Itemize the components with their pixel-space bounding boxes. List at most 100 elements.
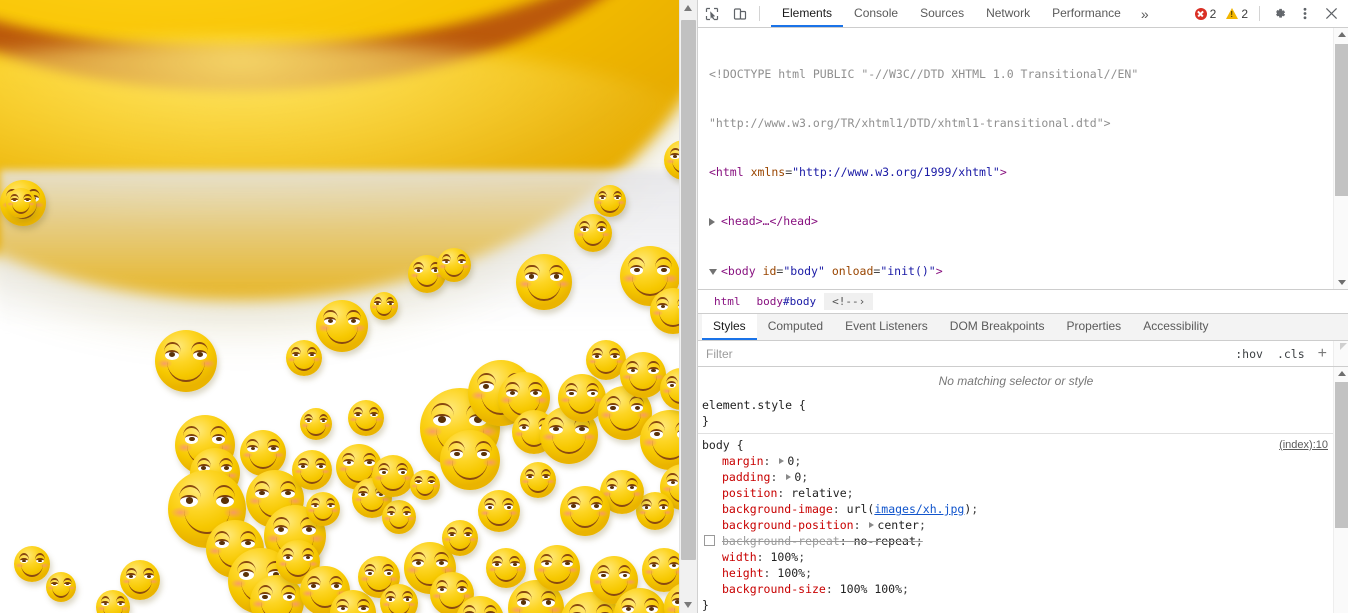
dom-line-head[interactable]: <head>…</head>	[709, 213, 1348, 229]
device-toolbar-icon[interactable]	[726, 0, 754, 27]
margin-expand-icon[interactable]	[779, 458, 785, 464]
decl-position[interactable]: position: relative;	[702, 485, 1334, 501]
more-tabs-chevron-icon[interactable]: »	[1132, 0, 1158, 27]
styles-scroll-up-icon[interactable]	[1334, 367, 1348, 381]
decl-position-value[interactable]: relative	[791, 486, 846, 500]
rendered-page-viewport[interactable]	[0, 0, 697, 613]
dom-scrollbar-thumb[interactable]	[1335, 44, 1348, 196]
head-collapsed-text: <head>…</head>	[721, 214, 818, 229]
decl-background-repeat-value[interactable]: no-repeat	[854, 534, 916, 548]
body-rule-selector[interactable]: body {	[702, 438, 744, 452]
styles-rules-list: No matching selector or style element.st…	[698, 367, 1334, 613]
tab-performance[interactable]: Performance	[1041, 0, 1132, 27]
page-vertical-scrollbar[interactable]	[679, 0, 697, 613]
inspect-element-icon[interactable]	[698, 0, 726, 27]
html-tag-close: >	[999, 165, 1007, 180]
dom-source-code: <!DOCTYPE html PUBLIC "-//W3C//DTD XHTML…	[698, 28, 1348, 289]
dom-line-doctype-1: <!DOCTYPE html PUBLIC "-//W3C//DTD XHTML…	[709, 66, 1348, 82]
styles-pane-scrollbar[interactable]	[1333, 367, 1348, 613]
dom-scroll-down-icon[interactable]	[1334, 275, 1348, 289]
tab-elements[interactable]: Elements	[771, 0, 844, 27]
decl-background-position-value[interactable]: center	[877, 518, 919, 532]
tab-properties[interactable]: Properties	[1055, 314, 1132, 340]
dom-tree-scrollbar[interactable]	[1333, 28, 1348, 289]
decl-width-prop: width	[722, 550, 757, 564]
decl-background-image[interactable]: background-image: url(images/xh.jpg);	[702, 501, 1334, 517]
background-repeat-checkbox[interactable]	[704, 535, 715, 546]
dom-scroll-up-icon[interactable]	[1334, 28, 1348, 42]
close-icon[interactable]	[1319, 2, 1343, 26]
tab-styles[interactable]: Styles	[702, 314, 757, 340]
kebab-menu-icon[interactable]	[1293, 2, 1317, 26]
breadcrumb-item-comment[interactable]: <!--›	[824, 293, 874, 310]
tab-accessibility[interactable]: Accessibility	[1132, 314, 1219, 340]
breadcrumb-item-body[interactable]: body#body	[749, 293, 825, 310]
error-icon	[1194, 7, 1207, 20]
doctype-text-1: <!DOCTYPE html PUBLIC "-//W3C//DTD XHTML…	[709, 66, 1139, 81]
smiley-emoji	[534, 545, 580, 591]
body-collapse-twisty-icon[interactable]	[709, 268, 717, 275]
tab-sources[interactable]: Sources	[909, 0, 975, 27]
smiley-emoji	[372, 455, 414, 497]
devtools-toolbar-right: 2 2	[1191, 0, 1348, 27]
gear-icon[interactable]	[1267, 2, 1291, 26]
elements-dom-tree-pane[interactable]: <!DOCTYPE html PUBLIC "-//W3C//DTD XHTML…	[698, 28, 1348, 290]
body-id-attr: id	[762, 263, 777, 278]
body-tag-open: <body	[721, 263, 756, 278]
filter-row-scrollbar-spacer	[1333, 341, 1348, 366]
decl-background-size[interactable]: background-size: 100% 100%;	[702, 581, 1334, 597]
warning-count-badge[interactable]: 2	[1222, 7, 1252, 21]
body-onload-value: "init()"	[880, 263, 936, 278]
rule-element-style[interactable]: element.style { }	[698, 394, 1334, 434]
decl-background-size-value[interactable]: 100% 100%	[840, 582, 902, 596]
head-expand-twisty-icon[interactable]	[709, 217, 715, 226]
dom-line-body[interactable]: <body id="body" onload="init()">	[709, 263, 1348, 279]
smiley-emoji	[286, 340, 322, 376]
decl-height-value[interactable]: 100%	[777, 566, 805, 580]
body-rule-selector-row: body { (index):10	[702, 437, 1334, 453]
decl-background-position[interactable]: background-position: center;	[702, 517, 1334, 533]
new-style-rule-button[interactable]: +	[1312, 345, 1333, 361]
smiley-emoji	[155, 330, 217, 392]
decl-width[interactable]: width: 100%;	[702, 549, 1334, 565]
padding-expand-icon[interactable]	[786, 474, 792, 480]
body-rule-origin-link[interactable]: (index):10	[1279, 439, 1328, 451]
decl-margin[interactable]: margin: 0;	[702, 453, 1334, 469]
decl-padding[interactable]: padding: 0;	[702, 469, 1334, 485]
scroll-down-arrow-icon[interactable]	[680, 596, 697, 613]
smiley-emoji	[120, 560, 160, 600]
background-image-url-link[interactable]: images/xh.jpg	[874, 502, 964, 516]
scroll-up-arrow-icon[interactable]	[680, 0, 697, 17]
tab-dom-breakpoints[interactable]: DOM Breakpoints	[939, 314, 1056, 340]
warning-icon	[1226, 8, 1239, 19]
devtools-main-tabs: Elements Console Sources Network Perform…	[771, 0, 1132, 27]
decl-width-value[interactable]: 100%	[770, 550, 798, 564]
decl-background-image-value[interactable]: url(images/xh.jpg)	[847, 502, 972, 516]
cls-toggle-button[interactable]: .cls	[1270, 347, 1312, 361]
breadcrumb: html body#body <!--›	[698, 290, 1348, 314]
element-style-selector: element.style {	[702, 398, 806, 412]
rule-body-index10[interactable]: body { (index):10 margin: 0; padding: 0;…	[698, 434, 1334, 613]
tab-event-listeners[interactable]: Event Listeners	[834, 314, 939, 340]
decl-background-repeat-prop: background-repeat	[722, 534, 840, 548]
styles-filter-input[interactable]	[698, 342, 1229, 365]
background-position-expand-icon[interactable]	[869, 522, 875, 528]
error-count: 2	[1209, 6, 1217, 21]
styles-rules-pane[interactable]: No matching selector or style element.st…	[698, 367, 1348, 613]
decl-background-size-prop: background-size	[722, 582, 826, 596]
breadcrumb-item-html[interactable]: html	[706, 293, 749, 310]
hov-toggle-button[interactable]: :hov	[1228, 347, 1270, 361]
decl-background-repeat[interactable]: background-repeat: no-repeat;	[702, 533, 1334, 549]
decl-position-prop: position	[722, 486, 778, 500]
tab-network[interactable]: Network	[975, 0, 1041, 27]
error-count-badge[interactable]: 2	[1191, 7, 1221, 21]
page-scrollbar-thumb[interactable]	[681, 20, 696, 560]
dom-line-html[interactable]: <html xmlns="http://www.w3.org/1999/xhtm…	[709, 164, 1348, 180]
smiley-emoji	[348, 400, 384, 436]
tab-console[interactable]: Console	[843, 0, 909, 27]
resize-grip-icon[interactable]	[1340, 343, 1347, 350]
styles-scrollbar-thumb[interactable]	[1335, 382, 1348, 528]
tab-computed[interactable]: Computed	[757, 314, 834, 340]
decl-height[interactable]: height: 100%;	[702, 565, 1334, 581]
body-rule-origin[interactable]: (index):10	[1279, 437, 1328, 453]
